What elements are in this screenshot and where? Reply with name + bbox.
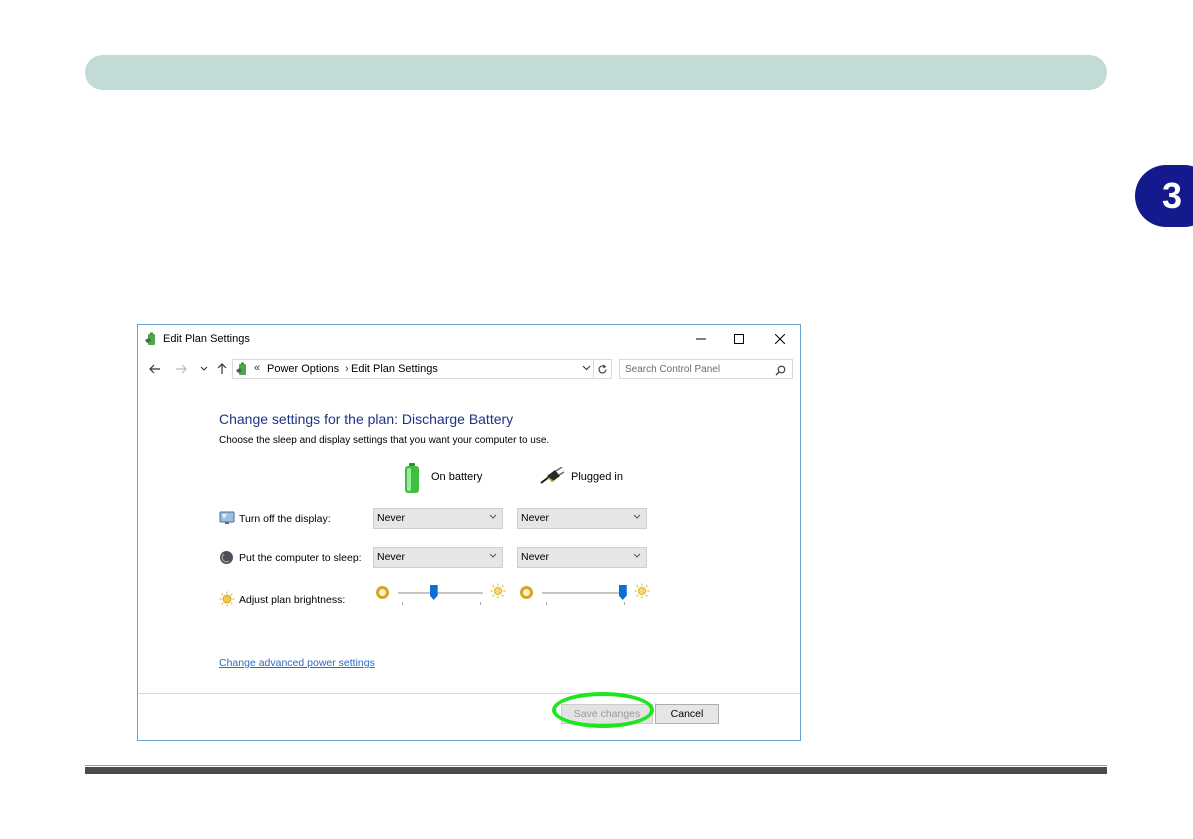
brightness-on-battery-slider[interactable]	[376, 583, 511, 609]
footer-divider	[138, 693, 800, 694]
chapter-number: 3	[1162, 175, 1183, 216]
slider-tick	[624, 602, 625, 605]
refresh-icon	[598, 364, 607, 373]
footer-rule	[85, 765, 1107, 774]
battery-icon	[404, 463, 420, 498]
minimize-button[interactable]	[689, 329, 713, 349]
address-dropdown-button[interactable]	[582, 363, 591, 374]
breadcrumb-overflow-icon[interactable]: «	[254, 362, 260, 374]
slider-track	[398, 592, 483, 594]
sleep-icon	[219, 550, 234, 570]
search-icon[interactable]	[775, 363, 786, 381]
chevron-down-icon	[633, 551, 641, 561]
display-icon	[219, 511, 235, 530]
slider-tick	[480, 602, 481, 605]
navigation-bar: « Power Options › Edit Plan Settings	[138, 357, 800, 381]
sleep-on-battery-value: Never	[377, 551, 406, 563]
address-box[interactable]: « Power Options › Edit Plan Settings	[232, 359, 594, 379]
slider-track	[542, 592, 627, 594]
slider-tick	[546, 602, 547, 605]
search-input[interactable]	[619, 359, 793, 379]
slider-thumb[interactable]	[618, 585, 627, 600]
forward-button[interactable]	[173, 360, 189, 378]
chevron-down-icon	[489, 512, 497, 522]
save-highlight-ring	[552, 692, 654, 728]
back-button[interactable]	[147, 360, 163, 378]
forward-arrow-icon	[176, 364, 187, 374]
sleep-plugged-in-select[interactable]: Never	[517, 547, 647, 568]
dim-brightness-icon	[520, 586, 533, 599]
maximize-button[interactable]	[727, 329, 751, 349]
breadcrumb-separator-icon[interactable]: ›	[345, 363, 349, 375]
chevron-down-icon	[582, 365, 591, 371]
chevron-down-icon	[633, 512, 641, 522]
display-off-plugged-in-select[interactable]: Never	[517, 508, 647, 529]
recent-locations-button[interactable]	[196, 360, 212, 378]
sleep-plugged-in-value: Never	[521, 551, 550, 563]
chevron-down-icon	[200, 366, 208, 371]
brightness-plugged-in-slider[interactable]	[520, 583, 655, 609]
display-off-plugged-in-value: Never	[521, 512, 550, 524]
control-panel-icon	[235, 362, 250, 382]
display-off-on-battery-select[interactable]: Never	[373, 508, 503, 529]
page-heading: Change settings for the plan: Discharge …	[219, 411, 514, 427]
turn-off-display-label: Turn off the display:	[239, 513, 331, 525]
bright-brightness-icon	[634, 583, 650, 604]
breadcrumb-edit-plan-settings[interactable]: Edit Plan Settings	[351, 363, 438, 375]
breadcrumb-power-options[interactable]: Power Options	[267, 363, 339, 375]
edit-plan-settings-window: Edit Plan Settings « Power Options › Edi…	[137, 324, 801, 741]
plugged-in-header: Plugged in	[571, 471, 623, 483]
dim-brightness-icon	[376, 586, 389, 599]
up-button[interactable]	[214, 360, 230, 378]
back-arrow-icon	[149, 364, 160, 374]
brightness-icon	[219, 591, 235, 612]
close-icon	[775, 334, 785, 344]
maximize-icon	[734, 334, 744, 344]
bright-brightness-icon	[490, 583, 506, 604]
title-bar: Edit Plan Settings	[138, 325, 800, 353]
brightness-label: Adjust plan brightness:	[239, 594, 346, 606]
advanced-power-settings-link[interactable]: Change advanced power settings	[219, 657, 375, 669]
close-button[interactable]	[768, 329, 792, 349]
on-battery-header: On battery	[431, 471, 483, 483]
up-arrow-icon	[217, 363, 227, 374]
slider-tick	[402, 602, 403, 605]
window-title: Edit Plan Settings	[163, 333, 250, 345]
page-description: Choose the sleep and display settings th…	[219, 435, 550, 446]
minimize-icon	[696, 338, 706, 340]
refresh-button[interactable]	[594, 359, 612, 379]
chevron-down-icon	[489, 551, 497, 561]
slider-thumb[interactable]	[429, 585, 438, 600]
display-off-on-battery-value: Never	[377, 512, 406, 524]
sleep-on-battery-select[interactable]: Never	[373, 547, 503, 568]
sleep-label: Put the computer to sleep:	[239, 552, 362, 564]
cancel-button[interactable]: Cancel	[655, 704, 719, 724]
page-header-banner	[85, 55, 1107, 90]
power-plug-icon	[539, 466, 565, 490]
power-options-icon	[144, 332, 159, 352]
